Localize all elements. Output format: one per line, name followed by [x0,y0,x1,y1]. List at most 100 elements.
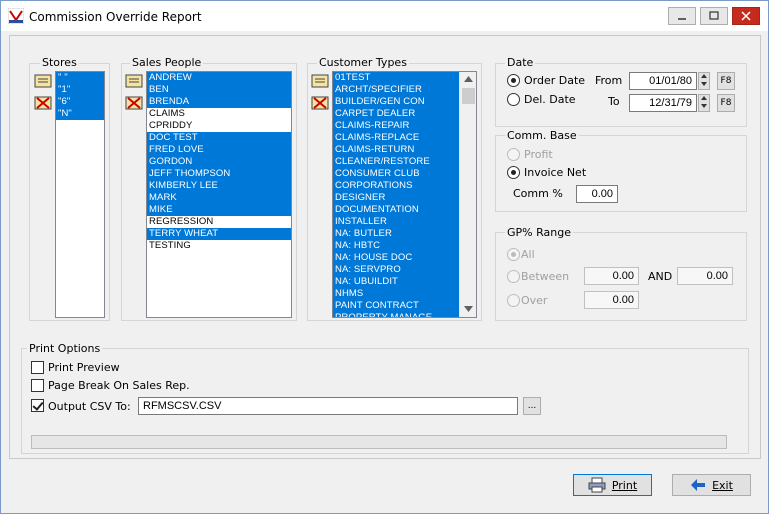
customer-types-list[interactable]: 01TEST ARCHT/SPECIFIER BUILDER/GEN CON CARP… [332,71,477,318]
scroll-down-icon[interactable] [464,306,473,312]
print-button[interactable]: Print [573,474,652,496]
list-item[interactable]: DOC TEST [147,132,291,144]
select-all-icon[interactable] [34,74,52,88]
gp-between-radio[interactable] [507,270,520,283]
to-date-field[interactable]: 12/31/79 [629,94,697,112]
list-item[interactable]: NA: HOUSE DOC [333,252,476,264]
title-bar[interactable]: Commission Override Report [1,1,768,31]
order-date-radio[interactable] [507,74,520,87]
scroll-up-icon[interactable] [464,76,473,82]
deselect-all-icon[interactable] [311,96,329,110]
exit-button[interactable]: Exit [672,474,751,496]
list-item[interactable]: INSTALLER [333,216,476,228]
del-date-radio[interactable] [507,93,520,106]
list-item[interactable]: DESIGNER [333,192,476,204]
from-date-spinner[interactable] [698,72,710,90]
list-item[interactable]: TERRY WHEAT [147,228,291,240]
list-item[interactable]: BUILDER/GEN CON [333,96,476,108]
list-item[interactable]: "1" [56,84,104,96]
list-item[interactable]: ARCHT/SPECIFIER [333,84,476,96]
list-item[interactable]: JEFF THOMPSON [147,168,291,180]
profit-radio[interactable] [507,148,520,161]
list-item[interactable]: MARK [147,192,291,204]
gp-between-to-field[interactable]: 0.00 [677,267,733,285]
comm-pct-field[interactable]: 0.00 [576,185,618,203]
print-options-label: Print Options [27,342,103,355]
csv-file-field[interactable]: RFMSCSV.CSV [138,397,518,415]
list-item[interactable]: MIKE [147,204,291,216]
customer-types-label: Customer Types [317,56,409,69]
gp-over-label: Over [521,294,548,307]
from-date-field[interactable]: 01/01/80 [629,72,697,90]
print-preview-checkbox[interactable] [31,361,44,374]
gp-between-from-field[interactable]: 0.00 [584,267,639,285]
list-item[interactable]: GORDON [147,156,291,168]
close-icon [741,11,751,21]
to-date-spinner[interactable] [698,94,710,112]
list-item[interactable]: CLAIMS-RETURN [333,144,476,156]
list-item[interactable]: ANDREW [147,72,291,84]
output-csv-checkbox[interactable] [31,399,44,412]
browse-button[interactable]: ... [523,397,541,415]
window-title: Commission Override Report [29,10,202,24]
list-item[interactable]: CONSUMER CLUB [333,168,476,180]
list-item[interactable]: CLEANER/RESTORE [333,156,476,168]
report-window: Commission Override Report Stores " " "1"… [0,0,769,514]
customer-types-scrollbar[interactable] [459,72,476,317]
list-item[interactable]: CORPORATIONS [333,180,476,192]
progress-bar [31,435,727,449]
print-label: Print [611,478,638,492]
select-all-icon[interactable] [125,74,143,88]
list-item[interactable]: REGRESSION [147,216,291,228]
sales-people-list[interactable]: ANDREW BEN BRENDA CLAIMS CPRIDDY DOC TEST FRED… [146,71,292,318]
app-logo-icon [8,8,24,24]
gp-all-label: All [521,248,535,261]
gp-over-radio[interactable] [507,294,520,307]
list-item[interactable]: DOCUMENTATION [333,204,476,216]
list-item[interactable]: KIMBERLY LEE [147,180,291,192]
gp-all-radio[interactable] [507,248,520,261]
gp-and-label: AND [648,270,673,283]
list-item[interactable]: CARPET DEALER [333,108,476,120]
stores-list[interactable]: " " "1" "6" "N" [55,71,105,318]
comm-pct-label: Comm % [513,187,563,200]
deselect-all-icon[interactable] [34,96,52,110]
stores-label: Stores [40,56,79,69]
list-item[interactable]: PROPERTY MANAGE [333,312,476,317]
close-button[interactable] [732,7,760,25]
list-item[interactable]: NA: UBUILDIT [333,276,476,288]
list-item[interactable]: NA: SERVPRO [333,264,476,276]
list-item[interactable]: PAINT CONTRACT [333,300,476,312]
del-date-label: Del. Date [524,93,576,106]
list-item[interactable]: NA: HBTC [333,240,476,252]
deselect-all-icon[interactable] [125,96,143,110]
list-item[interactable]: "N" [56,108,104,120]
list-item[interactable]: "6" [56,96,104,108]
from-f8-button[interactable]: F8 [717,72,735,90]
list-item[interactable]: CLAIMS-REPLACE [333,132,476,144]
list-item[interactable]: FRED LOVE [147,144,291,156]
gp-over-field[interactable]: 0.00 [584,291,639,309]
list-item[interactable]: CPRIDDY [147,120,291,132]
list-item[interactable]: TESTING [147,240,291,252]
minimize-icon [678,18,686,20]
list-item[interactable]: CLAIMS [147,108,291,120]
list-item[interactable]: NHMS [333,288,476,300]
list-item[interactable]: BRENDA [147,96,291,108]
scroll-thumb[interactable] [462,88,475,104]
list-item[interactable]: 01TEST [333,72,476,84]
from-label: From [595,74,623,87]
maximize-button[interactable] [700,7,728,25]
list-item[interactable]: BEN [147,84,291,96]
sales-people-label: Sales People [130,56,204,69]
left-arrow-icon [691,479,706,491]
invoice-net-radio[interactable] [507,166,520,179]
to-f8-button[interactable]: F8 [717,94,735,112]
maximize-icon [709,11,719,20]
minimize-button[interactable] [668,7,696,25]
page-break-checkbox[interactable] [31,379,44,392]
list-item[interactable]: NA: BUTLER [333,228,476,240]
list-item[interactable]: " " [56,72,104,84]
list-item[interactable]: CLAIMS-REPAIR [333,120,476,132]
select-all-icon[interactable] [311,74,329,88]
